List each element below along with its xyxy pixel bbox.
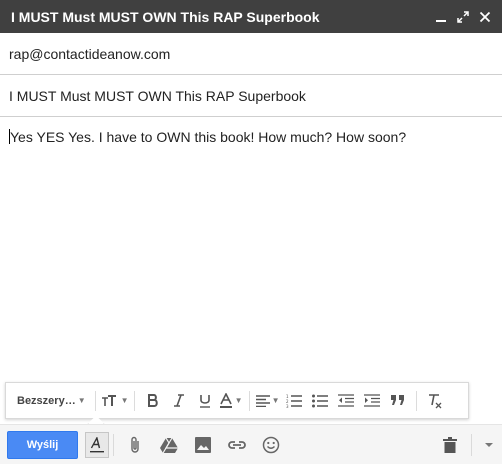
window-controls bbox=[430, 6, 502, 28]
attach-button[interactable] bbox=[118, 431, 152, 459]
font-family-label: Bezszery… bbox=[17, 394, 76, 407]
text-color-button[interactable]: ▼ bbox=[218, 388, 244, 414]
close-icon bbox=[479, 11, 491, 22]
align-icon bbox=[255, 394, 270, 407]
numbered-list-icon: 1 2 3 bbox=[286, 394, 302, 408]
remove-formatting-button[interactable] bbox=[422, 388, 448, 414]
font-family-select[interactable]: Bezszery… ▼ bbox=[13, 389, 90, 413]
formatting-toggle-button[interactable] bbox=[85, 431, 109, 458]
indent-less-button[interactable] bbox=[333, 388, 359, 414]
bulleted-list-button[interactable] bbox=[307, 388, 333, 414]
minimize-icon bbox=[436, 19, 446, 22]
toolbar-divider bbox=[415, 390, 417, 411]
more-options-button[interactable] bbox=[476, 431, 502, 459]
send-button[interactable]: Wyślij bbox=[7, 430, 78, 459]
indent-less-icon bbox=[337, 394, 354, 407]
drive-button[interactable] bbox=[152, 431, 186, 459]
trash-icon bbox=[443, 436, 457, 453]
subject-value: I MUST Must MUST OWN This RAP Superbook bbox=[9, 87, 306, 104]
italic-button[interactable] bbox=[166, 388, 192, 414]
toolbar-divider bbox=[94, 390, 96, 411]
attach-icon bbox=[131, 436, 139, 453]
bottom-divider bbox=[113, 433, 114, 456]
message-body-text: Yes YES Yes. I have to OWN this book! Ho… bbox=[10, 129, 407, 145]
toolbar-divider bbox=[133, 390, 135, 411]
chevron-down-icon: ▼ bbox=[271, 396, 280, 405]
expand-icon bbox=[457, 10, 469, 23]
bold-icon bbox=[147, 393, 158, 407]
text-color-icon bbox=[219, 392, 232, 408]
close-button[interactable] bbox=[474, 6, 496, 28]
bottom-divider bbox=[471, 433, 472, 456]
quote-button[interactable] bbox=[385, 388, 411, 414]
insert-link-button[interactable] bbox=[220, 431, 254, 459]
message-body[interactable]: Yes YES Yes. I have to OWN this book! Ho… bbox=[0, 117, 502, 379]
text-size-icon bbox=[101, 394, 116, 406]
align-button[interactable]: ▼ bbox=[255, 388, 281, 414]
numbered-list-button[interactable]: 1 2 3 bbox=[281, 388, 307, 414]
text-size-button[interactable]: ▼ bbox=[101, 388, 129, 414]
to-value: rap@contactideanow.com bbox=[9, 45, 171, 62]
toolbar-divider bbox=[248, 390, 250, 411]
photo-icon bbox=[195, 436, 211, 453]
indent-more-button[interactable] bbox=[359, 388, 385, 414]
window-title: I MUST Must MUST OWN This RAP Superbook bbox=[11, 8, 320, 25]
remove-formatting-icon bbox=[428, 393, 442, 408]
to-field[interactable]: rap@contactideanow.com bbox=[0, 33, 502, 75]
link-icon bbox=[228, 440, 246, 449]
compose-bottom-bar: Wyślij bbox=[0, 424, 502, 464]
italic-icon bbox=[173, 393, 184, 407]
emoji-icon bbox=[262, 436, 280, 453]
bulleted-list-icon bbox=[311, 394, 328, 407]
formatting-toolbar: Bezszery… ▼ ▼ ▼ ▼ 1 2 3 bbox=[5, 382, 469, 419]
expand-button[interactable] bbox=[452, 6, 474, 28]
svg-text:3: 3 bbox=[286, 404, 289, 408]
minimize-button[interactable] bbox=[430, 6, 452, 28]
insert-photo-button[interactable] bbox=[186, 431, 220, 459]
drive-icon bbox=[160, 437, 178, 453]
chevron-down-icon: ▼ bbox=[234, 396, 243, 405]
more-options-icon bbox=[485, 442, 493, 447]
quote-icon bbox=[390, 394, 404, 405]
formatting-toggle-icon bbox=[90, 436, 104, 452]
insert-emoji-button[interactable] bbox=[254, 431, 288, 459]
discard-draft-button[interactable] bbox=[433, 431, 467, 459]
indent-more-icon bbox=[363, 394, 380, 407]
chevron-down-icon: ▼ bbox=[77, 396, 86, 405]
underline-button[interactable] bbox=[192, 388, 218, 414]
underline-icon bbox=[199, 394, 210, 408]
chevron-down-icon: ▼ bbox=[120, 396, 129, 405]
compose-titlebar[interactable]: I MUST Must MUST OWN This RAP Superbook bbox=[0, 0, 502, 33]
bold-button[interactable] bbox=[140, 388, 166, 414]
subject-field[interactable]: I MUST Must MUST OWN This RAP Superbook bbox=[0, 75, 502, 117]
